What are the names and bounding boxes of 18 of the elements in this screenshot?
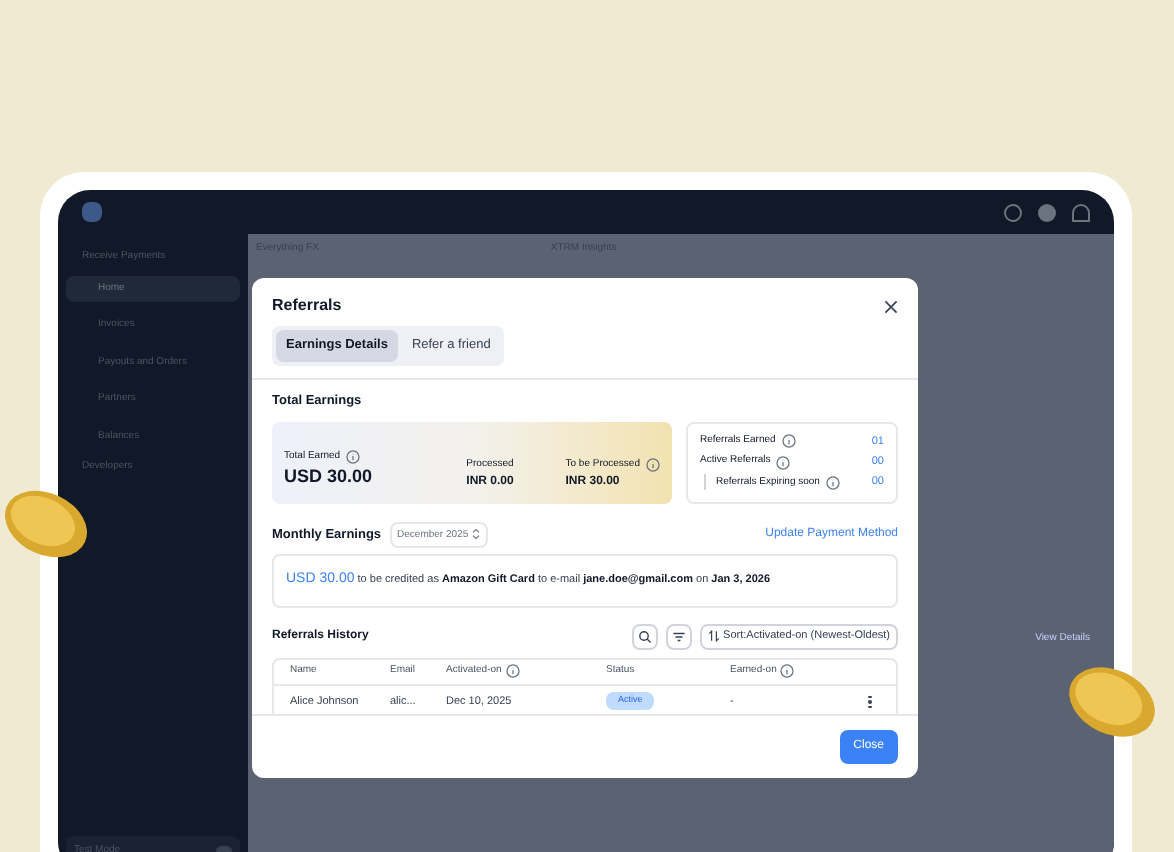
chevron-icon	[472, 527, 481, 539]
search-button[interactable]	[631, 623, 658, 650]
info-icon	[776, 455, 791, 469]
test-mode-toggle[interactable]	[216, 845, 232, 852]
info-icon	[646, 458, 660, 473]
search-icon	[637, 629, 652, 644]
info-icon	[505, 664, 520, 679]
close-icon[interactable]	[884, 299, 898, 313]
info-icon	[825, 475, 840, 490]
logo-icon	[82, 202, 102, 222]
filter-button[interactable]	[665, 623, 692, 650]
sort-icon	[707, 630, 720, 643]
info-icon	[346, 449, 361, 464]
filter-icon	[671, 629, 686, 644]
dialog-title: Referrals	[272, 294, 344, 318]
total-earned-value: USD 30.00	[284, 464, 375, 490]
info-icon	[780, 664, 795, 679]
info-icon	[781, 434, 796, 449]
